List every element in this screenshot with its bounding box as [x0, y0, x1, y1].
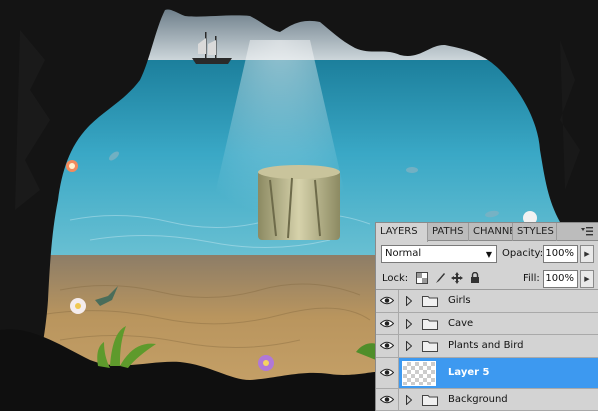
layer-row-layer-5[interactable]: Layer 5 — [376, 357, 598, 389]
folder-icon — [422, 296, 438, 307]
layers-panel: LAYERS PATHS CHANNE STYLES Normal ▼ Opac… — [375, 222, 598, 411]
layer-name: Plants and Bird — [448, 340, 524, 351]
fill-input[interactable]: 100% — [543, 270, 578, 288]
fill-flyout-arrow-icon[interactable]: ▶ — [580, 270, 594, 288]
eye-icon[interactable] — [376, 312, 399, 334]
eye-icon[interactable] — [376, 290, 399, 312]
opacity-flyout-arrow-icon[interactable]: ▶ — [580, 245, 594, 263]
eye-icon[interactable] — [376, 335, 399, 357]
tab-paths[interactable]: PATHS — [428, 223, 469, 241]
opacity-label: Opacity: — [502, 248, 544, 259]
expand-triangle-icon[interactable] — [406, 341, 412, 351]
tab-channels[interactable]: CHANNE — [469, 223, 513, 241]
layers-list: Girls Cave Plants and Bird Layer 5 Backg… — [376, 290, 598, 411]
lotus-flower-bottom — [70, 298, 86, 314]
expand-triangle-icon[interactable] — [406, 296, 412, 306]
lock-transparent-icon[interactable] — [416, 272, 428, 284]
dropdown-caret-icon: ▼ — [485, 250, 492, 259]
expand-triangle-icon[interactable] — [406, 394, 412, 405]
layer-name: Cave — [448, 317, 474, 329]
lotus-flower-purple — [258, 355, 274, 371]
eye-icon[interactable] — [376, 357, 399, 388]
folder-icon — [422, 341, 438, 352]
blend-mode-value: Normal — [385, 248, 422, 259]
layer-row-plants-and-bird[interactable]: Plants and Bird — [376, 335, 598, 358]
lock-all-icon[interactable] — [469, 272, 481, 284]
lotus-flower-left — [66, 160, 78, 172]
layer-name: Girls — [448, 295, 471, 306]
panel-tabs: LAYERS PATHS CHANNE STYLES — [376, 223, 598, 242]
folder-icon — [422, 394, 438, 406]
layer-row-background[interactable]: Background — [376, 388, 598, 411]
lock-label: Lock: — [382, 273, 409, 284]
lock-move-icon[interactable] — [451, 272, 463, 284]
blend-mode-select[interactable]: Normal ▼ — [381, 245, 497, 263]
tree-stump — [258, 165, 340, 240]
opacity-input[interactable]: 100% — [543, 245, 578, 263]
layer-name: Layer 5 — [448, 366, 490, 378]
tab-styles[interactable]: STYLES — [513, 223, 557, 241]
lock-fill-row: Lock: Fill: 100% ▶ — [376, 268, 598, 290]
layer-thumbnail — [402, 360, 436, 386]
tab-layers[interactable]: LAYERS — [376, 223, 428, 242]
folder-icon — [422, 318, 438, 330]
fill-label: Fill: — [523, 273, 540, 284]
expand-triangle-icon[interactable] — [406, 318, 412, 329]
blend-opacity-row: Normal ▼ Opacity: 100% ▶ — [376, 244, 598, 266]
layer-row-cave[interactable]: Cave — [376, 312, 598, 335]
panel-menu-icon[interactable] — [580, 226, 594, 237]
eye-icon[interactable] — [376, 388, 399, 410]
layer-row-girls[interactable]: Girls — [376, 290, 598, 313]
lock-paint-icon[interactable] — [434, 272, 446, 284]
layer-name: Background — [448, 393, 508, 405]
